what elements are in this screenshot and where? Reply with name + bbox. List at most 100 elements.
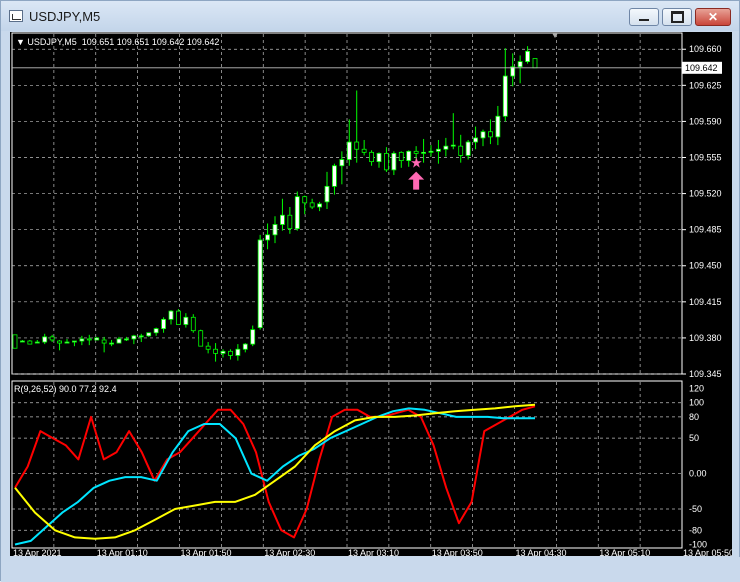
candle-body bbox=[131, 335, 137, 340]
candle-body bbox=[257, 239, 263, 329]
candle-body bbox=[517, 61, 523, 68]
window-title: USDJPY,M5 bbox=[29, 9, 101, 24]
chart-canvas[interactable]: 109.660 109.625 109.590 109.555 109.520 109.4… bbox=[10, 32, 732, 556]
candle-body bbox=[465, 141, 471, 156]
indicator-tick-label: 80 bbox=[689, 412, 699, 422]
time-tick-label: 13 Apr 02:30 bbox=[264, 548, 315, 556]
candle-body bbox=[450, 144, 456, 147]
candle-body bbox=[280, 214, 285, 225]
candle-body bbox=[12, 334, 18, 349]
shift-marker-icon bbox=[552, 33, 558, 38]
candle-body bbox=[473, 137, 478, 143]
indicator-tick-label: 100 bbox=[689, 398, 704, 408]
candle-body bbox=[49, 336, 55, 341]
indicator-header: R(9,26,52) 90.0 77.2 92.4 bbox=[14, 384, 117, 394]
candle-body bbox=[79, 338, 85, 342]
minimize-icon bbox=[630, 9, 658, 25]
title-bar[interactable]: USDJPY,M5 ✕ bbox=[1, 1, 739, 31]
candle-body bbox=[72, 340, 77, 343]
candle-body bbox=[309, 202, 315, 208]
candle-body bbox=[153, 328, 159, 334]
candle-body bbox=[376, 152, 382, 163]
candle-body bbox=[250, 329, 256, 345]
candle-body bbox=[302, 196, 308, 204]
candle-body bbox=[235, 348, 241, 356]
candle-body bbox=[413, 150, 419, 154]
candle-body bbox=[339, 159, 345, 167]
candle-body bbox=[146, 332, 152, 337]
price-tick-label: 109.660 bbox=[689, 44, 722, 54]
candle-body bbox=[101, 339, 107, 344]
candle-body bbox=[354, 141, 360, 150]
candle-body bbox=[495, 115, 501, 138]
symbol-quote: USDJPY,M5 109.651 109.651 109.642 109.64… bbox=[27, 37, 220, 47]
candle-body bbox=[109, 342, 114, 345]
price-tick-label: 109.555 bbox=[689, 152, 722, 162]
candle-body bbox=[64, 341, 70, 344]
price-tick-label: 109.450 bbox=[689, 261, 722, 271]
time-tick-label: 13 Apr 2021 bbox=[13, 548, 62, 556]
maximize-button[interactable] bbox=[662, 8, 692, 26]
candle-body bbox=[242, 343, 248, 350]
rsi-fast-line bbox=[14, 405, 536, 539]
candle-body bbox=[57, 340, 62, 344]
price-tick-label: 109.625 bbox=[689, 80, 722, 90]
candle-body bbox=[168, 310, 174, 320]
candle-body bbox=[294, 196, 300, 230]
candle-body bbox=[287, 214, 293, 230]
indicator-tick-label: 120 bbox=[689, 384, 704, 394]
candle-body bbox=[34, 341, 40, 344]
candle-body bbox=[138, 335, 144, 338]
time-tick-label: 13 Apr 01:10 bbox=[97, 548, 148, 556]
candle-body bbox=[161, 318, 166, 330]
candle-body bbox=[384, 152, 389, 171]
candle-body bbox=[213, 348, 218, 354]
candle-body bbox=[27, 340, 33, 345]
candle-body bbox=[324, 185, 330, 203]
rsi-mid-line bbox=[14, 407, 535, 546]
candle-body bbox=[369, 151, 374, 163]
indicator-tick-label: 0.00 bbox=[689, 469, 707, 479]
candle-body bbox=[198, 330, 204, 347]
time-tick-label: 13 Apr 05:50 bbox=[683, 548, 732, 556]
candle-body bbox=[428, 150, 434, 153]
candle-body bbox=[94, 337, 100, 341]
chart-window-icon bbox=[9, 10, 23, 22]
time-tick-label: 13 Apr 01:50 bbox=[181, 548, 232, 556]
chart-area[interactable]: 109.660 109.625 109.590 109.555 109.520 109.4… bbox=[10, 32, 732, 556]
collapse-triangle-icon[interactable]: ▼ bbox=[16, 37, 27, 47]
candle-body bbox=[124, 338, 129, 341]
candle-body bbox=[346, 141, 352, 160]
maximize-icon bbox=[663, 9, 691, 25]
candle-body bbox=[86, 338, 92, 341]
candle-body bbox=[190, 316, 196, 332]
price-tick-label: 109.590 bbox=[689, 116, 722, 126]
price-tick-label: 109.520 bbox=[689, 189, 722, 199]
candle-body bbox=[532, 58, 538, 69]
indicator-tick-label: -50 bbox=[689, 504, 702, 514]
candle-body bbox=[116, 338, 122, 344]
candle-body bbox=[220, 350, 226, 354]
candle-body bbox=[20, 340, 25, 343]
candle-body bbox=[361, 148, 367, 153]
terminal-window: USDJPY,M5 ✕ 109.660 109.625 109.590 109.555… bbox=[0, 0, 740, 582]
signal-star-icon: ★ bbox=[410, 156, 423, 172]
window-bottom bbox=[1, 557, 740, 582]
candle-body bbox=[391, 152, 397, 171]
price-tick-label: 109.485 bbox=[689, 225, 722, 235]
time-tick-label: 13 Apr 03:50 bbox=[432, 548, 483, 556]
close-icon: ✕ bbox=[707, 10, 719, 24]
minimize-button[interactable] bbox=[629, 8, 659, 26]
candle-body bbox=[525, 50, 530, 63]
price-tick-label: 109.415 bbox=[689, 297, 722, 307]
current-price-label: 109.642 bbox=[685, 63, 718, 73]
close-button[interactable]: ✕ bbox=[695, 8, 731, 26]
symbol-header: ▼ USDJPY,M5 109.651 109.651 109.642 109.… bbox=[16, 37, 219, 47]
candle-body bbox=[480, 131, 486, 139]
candle-body bbox=[228, 350, 233, 356]
candle-body bbox=[443, 145, 449, 150]
time-tick-label: 13 Apr 04:30 bbox=[516, 548, 567, 556]
candle-body bbox=[398, 151, 404, 161]
indicator-tick-label: -80 bbox=[689, 525, 702, 535]
candle-body bbox=[42, 336, 48, 343]
